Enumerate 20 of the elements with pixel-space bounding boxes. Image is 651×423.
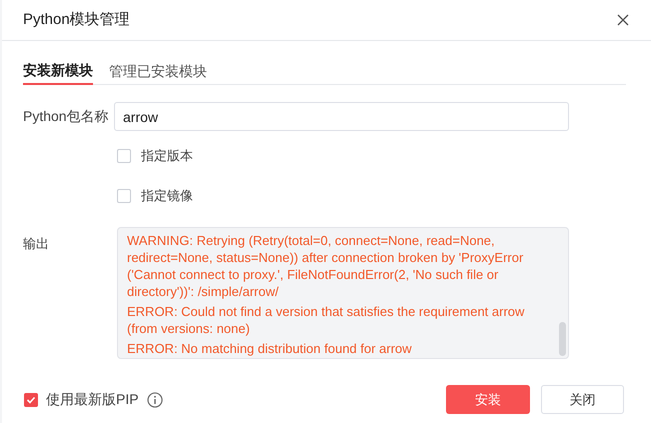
tab[interactable]: 管理已安装模块 — [109, 57, 207, 85]
output-line: ERROR: No matching distribution found for arrow — [127, 340, 413, 357]
output-line: WARNING: Retrying (Retry(total=0, connect=None, read=None, redirect=None, status=None)) after connection broken by 'ProxyError ('Cannot connect to proxy.', FileNotFoundError(2, 'No such file or directory'))': /simple/arrow/ — [127, 232, 524, 300]
field-label: Python包名称 — [23, 107, 110, 126]
check-icon — [26, 394, 36, 404]
checkbox[interactable] — [24, 392, 38, 406]
info-icon[interactable] — [146, 392, 163, 408]
close-button[interactable]: 关闭 — [541, 385, 624, 414]
scrollbar-thumb[interactable] — [559, 322, 566, 356]
dialog-title: Python模块管理 — [23, 10, 130, 30]
field-label: 输出 — [23, 235, 50, 253]
close-icon[interactable] — [616, 13, 630, 27]
output-line: ERROR: Could not find a version that satisfies the requirement arrow (from versions: none) — [127, 303, 526, 337]
option-label: 指定镜像 — [141, 187, 193, 206]
option-label: 指定版本 — [141, 147, 193, 166]
checkbox[interactable] — [117, 189, 131, 203]
checkbox[interactable] — [117, 149, 131, 163]
tab[interactable]: 安装新模块 — [23, 57, 93, 85]
option-label: 使用最新版PIP — [46, 390, 139, 409]
input-field[interactable]: arrow — [114, 102, 569, 131]
